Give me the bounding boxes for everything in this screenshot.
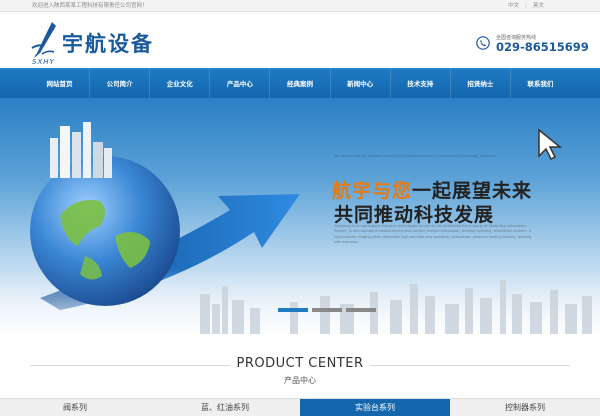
- mouse-cursor-icon: [538, 128, 563, 161]
- logo-name: 宇航设备: [62, 32, 154, 56]
- site-logo[interactable]: 宇航设备 SXHY: [30, 20, 190, 68]
- logo-abbreviation: SXHY: [32, 58, 55, 66]
- buildings-on-globe: [50, 122, 112, 178]
- slider-indicators: [278, 308, 376, 312]
- language-switcher: 中文 | 英文: [502, 1, 550, 9]
- section-title-en: PRODUCT CENTER: [236, 356, 364, 371]
- headline-rest: 一起展望未来: [412, 180, 533, 202]
- rocket-logo-icon: [31, 22, 56, 58]
- hotline: 全国咨询服务热线 029-86515699: [476, 34, 589, 58]
- section-title-cn: 产品中心: [284, 376, 316, 385]
- nav-item-culture[interactable]: 企业文化: [150, 69, 211, 99]
- nav-item-support[interactable]: 技术支持: [391, 69, 451, 99]
- welcome-text: 欢迎进入陕西某某工程科技有限责任公司官网！: [32, 3, 148, 9]
- hero-banner[interactable]: We will be looking forward to the future…: [0, 98, 600, 334]
- tab-valves[interactable]: 阀系列: [0, 399, 150, 416]
- nav-item-cases[interactable]: 经典案例: [270, 69, 331, 99]
- nav-item-news[interactable]: 新闻中心: [331, 69, 391, 99]
- tab-test-bench[interactable]: 实验台系列: [300, 399, 450, 416]
- hotline-number: 029-86515699: [496, 40, 589, 54]
- slider-dot[interactable]: [278, 308, 308, 312]
- main-nav: 网站首页 公司简介 企业文化 产品中心 经典案例 新闻中心 技术支持 招贤纳士 …: [0, 68, 600, 99]
- city-skyline: [200, 280, 592, 334]
- banner-tagline: We will be looking forward to the future…: [334, 154, 497, 158]
- lang-divider: |: [525, 3, 527, 9]
- nav-item-products[interactable]: 产品中心: [210, 69, 271, 99]
- lang-chinese-link[interactable]: 中文: [508, 3, 519, 9]
- headline-accent: 航宇与您: [332, 180, 413, 202]
- nav-item-contact[interactable]: 联系我们: [511, 69, 570, 99]
- banner-headline-2: 共同推动科技发展: [334, 204, 495, 226]
- nav-item-home[interactable]: 网站首页: [30, 69, 91, 99]
- banner-headline-1: 航宇与您一起展望未来: [332, 176, 532, 203]
- top-bar: 欢迎进入陕西某某工程科技有限责任公司官网！ 中文 | 英文: [0, 0, 600, 12]
- lang-english-link[interactable]: 英文: [533, 3, 544, 9]
- nav-item-careers[interactable]: 招贤纳士: [451, 69, 511, 99]
- site-header: 宇航设备 SXHY 全国咨询服务热线 029-86515699: [0, 12, 600, 68]
- slider-dot[interactable]: [312, 308, 342, 312]
- nav-item-about[interactable]: 公司简介: [90, 69, 151, 99]
- slider-dot[interactable]: [346, 308, 376, 312]
- tab-controllers[interactable]: 控制器系列: [450, 399, 600, 416]
- product-tabs: 阀系列 蓝、红油系列 实验台系列 控制器系列: [0, 398, 600, 416]
- tab-oil[interactable]: 蓝、红油系列: [150, 399, 300, 416]
- banner-body-text: Company is an aerospace industry technol…: [334, 224, 532, 245]
- phone-icon: [476, 36, 490, 50]
